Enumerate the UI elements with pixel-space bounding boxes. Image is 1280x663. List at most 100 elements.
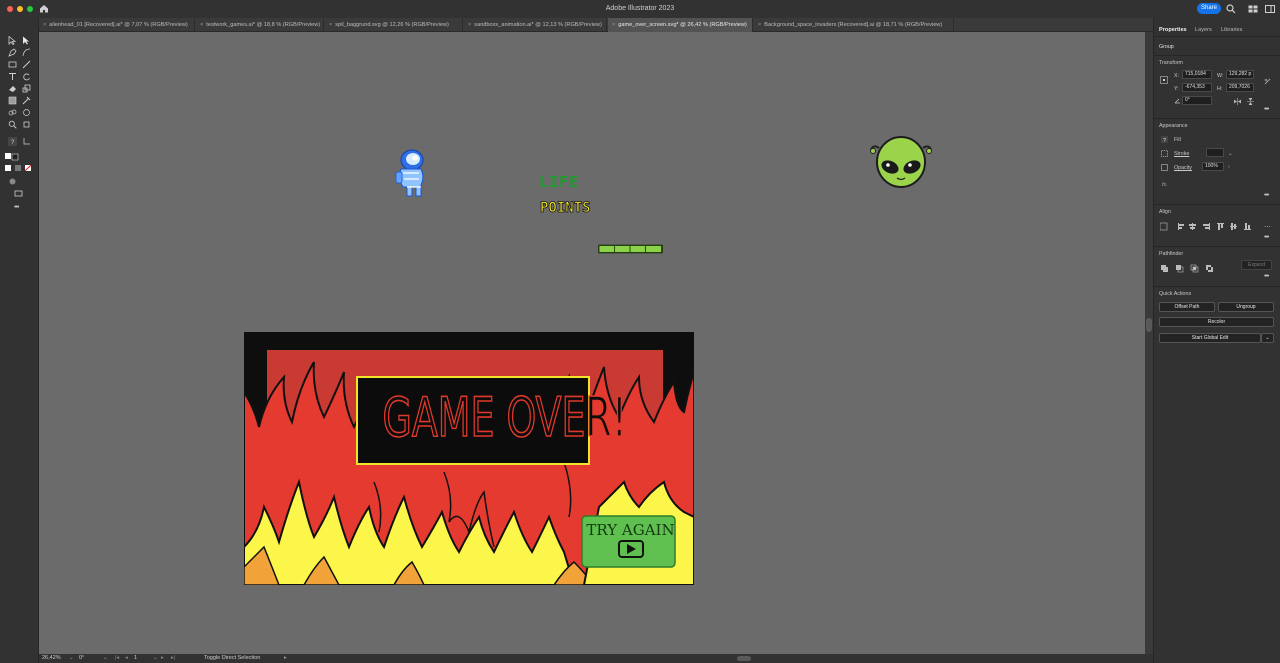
offset-path-button[interactable]: Offset Path [1159, 302, 1215, 312]
document-tab[interactable]: × Background_space_invaders [Recovered].a… [754, 18, 954, 32]
rectangle-tool-icon[interactable] [8, 60, 17, 69]
share-button[interactable]: Share [1197, 3, 1221, 14]
arrange-documents-icon[interactable] [1248, 4, 1258, 14]
document-tab[interactable]: × alienhead_01 [Recovered].ai* @ 7,07 % (… [39, 18, 195, 32]
life-bar[interactable] [598, 244, 663, 254]
align-more-options-icon[interactable]: ••• [1264, 234, 1269, 241]
search-icon[interactable] [1226, 4, 1236, 14]
svg-text:⋯: ⋯ [1264, 224, 1271, 231]
close-tab-icon[interactable]: × [329, 22, 332, 28]
close-tab-icon[interactable]: × [43, 22, 46, 28]
swap-fill-stroke-icon[interactable] [22, 137, 31, 146]
eyedropper-tool-icon[interactable] [22, 96, 31, 105]
next-artboard-icon[interactable]: ▸ [161, 654, 164, 663]
pathfinder-more-options-icon[interactable]: ••• [1264, 273, 1269, 280]
tab-layers[interactable]: Layers [1195, 27, 1212, 33]
pen-tool-icon[interactable] [8, 48, 17, 57]
width-field[interactable]: 129,282 p [1226, 70, 1254, 79]
astronaut-sprite[interactable] [394, 149, 430, 201]
life-label[interactable]: LIFE [539, 173, 579, 191]
close-tab-icon[interactable]: × [200, 22, 203, 28]
tab-properties[interactable]: Properties [1159, 27, 1187, 33]
reference-point-icon[interactable] [1160, 76, 1168, 84]
alien-head-sprite[interactable] [869, 134, 933, 190]
appearance-more-options-icon[interactable]: ••• [1264, 192, 1269, 199]
close-tab-icon[interactable]: × [468, 22, 471, 28]
pathfinder-buttons[interactable] [1161, 264, 1217, 273]
flip-vertical-icon[interactable] [1247, 98, 1254, 105]
align-buttons[interactable]: ⋯ [1160, 222, 1272, 231]
expand-button[interactable]: Expand [1241, 260, 1272, 270]
stroke-weight-field[interactable] [1206, 148, 1224, 157]
status-menu-icon[interactable]: ▸ [284, 654, 287, 663]
first-artboard-icon[interactable]: |◂ [115, 654, 119, 663]
artboard-dropdown-icon[interactable]: ⌄ [153, 654, 158, 663]
screen-mode-icon[interactable] [14, 189, 23, 198]
artboard-tool-icon[interactable] [22, 120, 31, 129]
game-over-title[interactable]: GAME OVER! [382, 385, 628, 450]
fill-swatch-icon[interactable]: ? [1161, 136, 1168, 143]
opacity-field[interactable]: 100% [1202, 162, 1224, 171]
selection-tool-icon[interactable] [8, 36, 17, 45]
try-again-label[interactable]: TRY AGAIN [584, 521, 677, 539]
x-position-field[interactable]: 715,0184 [1182, 70, 1212, 79]
constrain-proportions-icon[interactable] [1264, 78, 1271, 85]
start-global-edit-button[interactable]: Start Global Edit [1159, 333, 1261, 343]
artboard-number[interactable]: 1 [134, 654, 137, 663]
stroke-label[interactable]: Stroke [1174, 151, 1189, 157]
canvas[interactable]: LIFE POINTS GAME OVER! TRY AGAIN [39, 32, 1145, 654]
horizontal-scroll-thumb[interactable] [737, 656, 751, 661]
curvature-tool-icon[interactable] [22, 48, 31, 57]
zoom-dropdown-icon[interactable]: ⌄ [69, 654, 74, 663]
workspace-switcher-icon[interactable] [1265, 4, 1275, 14]
document-tab[interactable]: × spil_baggrund.svg @ 12,26 % (RGB/Previe… [325, 18, 463, 32]
tab-libraries[interactable]: Libraries [1221, 27, 1242, 33]
blend-tool-icon[interactable] [8, 108, 17, 117]
w-label: W: [1217, 73, 1224, 79]
rotation-angle-field[interactable]: 0° [1182, 96, 1212, 105]
zoom-tool-icon[interactable] [8, 120, 17, 129]
close-tab-icon[interactable]: × [758, 22, 761, 28]
points-label[interactable]: POINTS [540, 200, 591, 217]
close-tab-icon[interactable]: × [612, 22, 615, 28]
document-tab[interactable]: × testwork_games.ai* @ 18,8 % (RGB/Previe… [196, 18, 324, 32]
vertical-scrollbar[interactable] [1145, 32, 1153, 654]
previous-artboard-icon[interactable]: ◂ [125, 654, 128, 663]
global-edit-options-dropdown[interactable]: ⌄ [1261, 333, 1274, 343]
document-tab[interactable]: × sandboxx_animation.ai* @ 12,13 % (RGB/P… [464, 18, 607, 32]
opacity-dropdown-icon[interactable]: › [1228, 164, 1230, 170]
transform-more-options-icon[interactable]: ••• [1264, 106, 1269, 113]
opacity-label[interactable]: Opacity [1174, 165, 1192, 171]
document-tab-active[interactable]: × game_over_screen.svg* @ 26,42 % (RGB/Pr… [608, 18, 753, 32]
y-position-field[interactable]: -674,353 [1182, 83, 1212, 92]
last-artboard-icon[interactable]: ▸| [171, 654, 175, 663]
flip-horizontal-icon[interactable] [1234, 98, 1241, 105]
symbol-sprayer-tool-icon[interactable] [22, 108, 31, 117]
help-icon[interactable]: ? [8, 137, 17, 146]
app-title: Adobe Illustrator 2023 [605, 5, 675, 12]
scale-tool-icon[interactable] [22, 84, 31, 93]
draw-mode-icon[interactable] [8, 177, 17, 186]
color-mode-icon[interactable] [5, 164, 33, 173]
gradient-tool-icon[interactable] [8, 96, 17, 105]
panel-tabs: Properties Layers Libraries [1154, 25, 1280, 37]
rotation-value[interactable]: 0° [79, 654, 84, 663]
brush-tool-icon[interactable] [22, 60, 31, 69]
game-over-artboard[interactable] [244, 332, 694, 585]
zoom-level[interactable]: 26,42% [42, 654, 61, 663]
eraser-tool-icon[interactable] [8, 84, 17, 93]
type-tool-icon[interactable] [8, 72, 17, 81]
rotate-tool-icon[interactable] [22, 72, 31, 81]
fill-stroke-swatch-icon[interactable] [5, 153, 23, 162]
height-field[interactable]: 209,7026 [1226, 83, 1254, 92]
direct-selection-tool-icon[interactable] [22, 36, 31, 45]
rotation-dropdown-icon[interactable]: ⌄ [103, 654, 108, 663]
stroke-weight-dropdown-icon[interactable]: ⌄ [1228, 151, 1232, 157]
stroke-swatch-icon[interactable] [1161, 150, 1168, 157]
recolor-button[interactable]: Recolor [1159, 317, 1274, 327]
ungroup-button[interactable]: Ungroup [1218, 302, 1274, 312]
effects-fx-icon[interactable]: fx. [1162, 182, 1168, 188]
appearance-section-title: Appearance [1159, 123, 1188, 129]
edit-toolbar-icon[interactable]: ••• [14, 204, 19, 211]
vertical-scroll-thumb[interactable] [1146, 318, 1152, 332]
